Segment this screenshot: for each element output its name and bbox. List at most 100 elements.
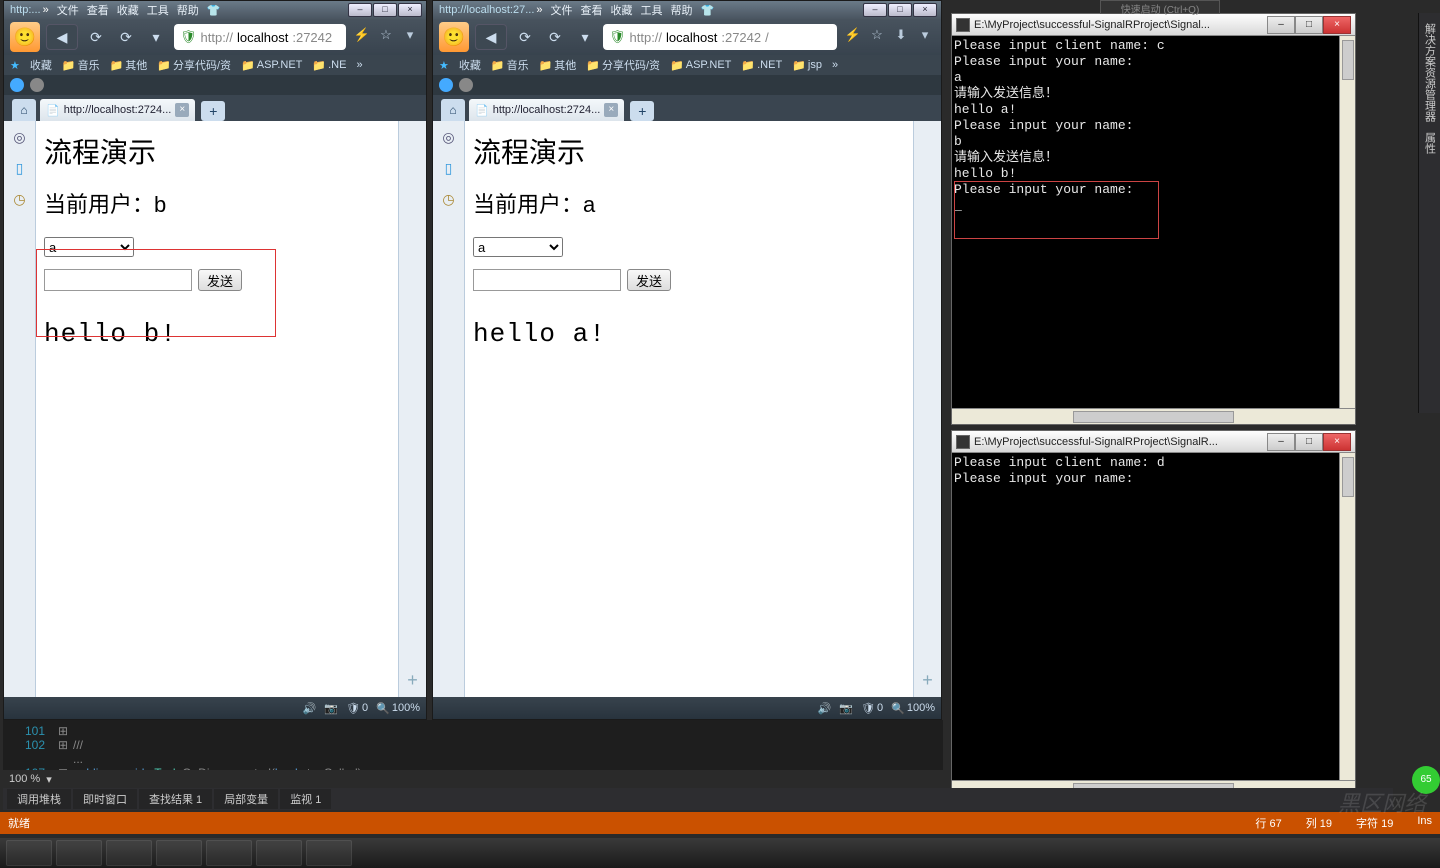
bookmark-item[interactable]: 📁.NET bbox=[741, 59, 782, 72]
page-tab[interactable]: 📄 http://localhost:2724... × bbox=[40, 99, 195, 121]
zoom-value[interactable]: 100 % bbox=[9, 773, 40, 785]
menu-view[interactable]: 查看 bbox=[87, 2, 109, 18]
menu-file[interactable]: 文件 bbox=[57, 2, 79, 18]
minimize-button[interactable]: – bbox=[863, 3, 887, 17]
tshirt-icon[interactable]: 👕 bbox=[701, 4, 715, 17]
menu-tools[interactable]: 工具 bbox=[147, 2, 169, 18]
shield-count[interactable]: 🛡0 bbox=[346, 702, 368, 715]
bookmark-item[interactable]: 📁音乐 bbox=[491, 57, 529, 73]
menu-file[interactable]: 文件 bbox=[551, 2, 573, 18]
taskbar-item[interactable] bbox=[306, 840, 352, 866]
console-output[interactable]: Please input client name: c Please input… bbox=[952, 36, 1355, 408]
star-icon[interactable]: ☆ bbox=[867, 27, 887, 47]
zoom-level[interactable]: 🔍100% bbox=[891, 702, 935, 715]
reload-button[interactable]: ⟳ bbox=[84, 25, 108, 49]
scrollbar-vertical[interactable] bbox=[1339, 453, 1355, 780]
user-select[interactable]: a bbox=[473, 237, 563, 257]
taskbar-item[interactable] bbox=[206, 840, 252, 866]
close-tab-icon[interactable]: × bbox=[604, 103, 618, 117]
flash-icon[interactable]: ⚡ bbox=[843, 27, 863, 47]
clock-icon[interactable]: ◷ bbox=[13, 191, 25, 208]
solution-explorer-tab[interactable]: 解决方案资源管理器 bbox=[1422, 23, 1438, 122]
message-input[interactable] bbox=[44, 269, 192, 291]
send-button[interactable]: 发送 bbox=[627, 269, 671, 291]
properties-tab[interactable]: 属性 bbox=[1422, 132, 1438, 154]
add-panel-button[interactable]: + bbox=[398, 121, 426, 697]
chevron-icon[interactable]: ▾ bbox=[400, 27, 420, 47]
close-button[interactable]: × bbox=[913, 3, 937, 17]
taskbar-item[interactable] bbox=[156, 840, 202, 866]
close-button[interactable]: × bbox=[398, 3, 422, 17]
phone-icon[interactable]: ▯ bbox=[16, 160, 24, 177]
menu-fav[interactable]: 收藏 bbox=[117, 2, 139, 18]
url-bar[interactable]: 🛡 http://localhost:27242/ bbox=[603, 24, 837, 50]
taskbar-item[interactable] bbox=[106, 840, 152, 866]
vs-tab[interactable]: 局部变量 bbox=[214, 789, 278, 809]
menu-fav[interactable]: 收藏 bbox=[611, 2, 633, 18]
user-select[interactable]: a bbox=[44, 237, 134, 257]
ext-icon[interactable] bbox=[30, 78, 44, 92]
ext-icon[interactable] bbox=[459, 78, 473, 92]
console-titlebar[interactable]: E:\MyProject\successful-SignalRProject\S… bbox=[952, 14, 1355, 36]
target-icon[interactable]: ◎ bbox=[442, 129, 454, 146]
menu-view[interactable]: 查看 bbox=[581, 2, 603, 18]
close-tab-icon[interactable]: × bbox=[175, 103, 189, 117]
taskbar-item[interactable] bbox=[56, 840, 102, 866]
new-tab-button[interactable]: + bbox=[630, 101, 654, 121]
send-button[interactable]: 发送 bbox=[198, 269, 242, 291]
back-button[interactable]: ◀ bbox=[46, 24, 78, 50]
bookmark-star-icon[interactable]: ★ bbox=[439, 59, 449, 72]
more-icon[interactable]: » bbox=[356, 59, 362, 71]
chevron-icon[interactable]: » bbox=[43, 4, 49, 16]
camera-icon[interactable]: 📷 bbox=[324, 702, 338, 715]
bookmark-item[interactable]: 📁分享代码/资 bbox=[157, 57, 231, 73]
back-button[interactable]: ◀ bbox=[475, 24, 507, 50]
avatar-icon[interactable]: 🙂 bbox=[10, 22, 40, 52]
minimize-button[interactable]: – bbox=[348, 3, 372, 17]
console-titlebar[interactable]: E:\MyProject\successful-SignalRProject\S… bbox=[952, 431, 1355, 453]
bookmark-star-icon[interactable]: ★ bbox=[10, 59, 20, 72]
url-bar[interactable]: 🛡 http://localhost:27242 bbox=[174, 24, 346, 50]
maximize-button[interactable]: □ bbox=[373, 3, 397, 17]
maximize-button[interactable]: □ bbox=[1295, 16, 1323, 34]
shield-count[interactable]: 🛡0 bbox=[861, 702, 883, 715]
bookmark-item[interactable]: 📁分享代码/资 bbox=[586, 57, 660, 73]
reload2-button[interactable]: ⟳ bbox=[114, 25, 138, 49]
close-button[interactable]: × bbox=[1323, 433, 1351, 451]
minimize-button[interactable]: – bbox=[1267, 433, 1295, 451]
bookmark-item[interactable]: 📁.NE bbox=[312, 59, 346, 72]
flash-icon[interactable]: ⚡ bbox=[352, 27, 372, 47]
taskbar-item[interactable] bbox=[6, 840, 52, 866]
maximize-button[interactable]: □ bbox=[888, 3, 912, 17]
chevron-down-icon[interactable]: ▾ bbox=[46, 773, 52, 786]
reload2-button[interactable]: ⟳ bbox=[543, 25, 567, 49]
more-icon[interactable]: » bbox=[832, 59, 838, 71]
zoom-level[interactable]: 🔍100% bbox=[376, 702, 420, 715]
message-input[interactable] bbox=[473, 269, 621, 291]
page-tab[interactable]: 📄 http://localhost:2724... × bbox=[469, 99, 624, 121]
chevron-icon[interactable]: » bbox=[536, 4, 542, 16]
add-panel-button[interactable]: + bbox=[913, 121, 941, 697]
new-tab-button[interactable]: + bbox=[201, 101, 225, 121]
menu-help[interactable]: 帮助 bbox=[671, 2, 693, 18]
vs-tab[interactable]: 查找结果 1 bbox=[139, 789, 212, 809]
home-tab[interactable]: ⌂ bbox=[441, 99, 465, 121]
chevron-down-icon[interactable]: ▾ bbox=[144, 25, 168, 49]
ext-icon[interactable] bbox=[439, 78, 453, 92]
notification-badge[interactable]: 65 bbox=[1412, 766, 1440, 794]
phone-icon[interactable]: ▯ bbox=[445, 160, 453, 177]
minimize-button[interactable]: – bbox=[1267, 16, 1295, 34]
quick-launch[interactable]: 快速启动 (Ctrl+Q) bbox=[1100, 0, 1220, 14]
bookmark-item[interactable]: 📁ASP.NET bbox=[670, 59, 731, 72]
titlebar[interactable]: http://localhost:27... » 文件 查看 收藏 工具 帮助 … bbox=[433, 1, 941, 19]
ext-icon[interactable] bbox=[10, 78, 24, 92]
bookmark-item[interactable]: 📁jsp bbox=[792, 59, 822, 72]
tshirt-icon[interactable]: 👕 bbox=[207, 4, 221, 17]
sound-icon[interactable]: 🔊 bbox=[303, 702, 317, 715]
sound-icon[interactable]: 🔊 bbox=[818, 702, 832, 715]
taskbar-item[interactable] bbox=[256, 840, 302, 866]
vs-tab[interactable]: 监视 1 bbox=[280, 789, 331, 809]
bookmark-item[interactable]: 📁其他 bbox=[539, 57, 577, 73]
bookmark-item[interactable]: 📁ASP.NET bbox=[241, 59, 302, 72]
chevron-icon[interactable]: ▾ bbox=[915, 27, 935, 47]
